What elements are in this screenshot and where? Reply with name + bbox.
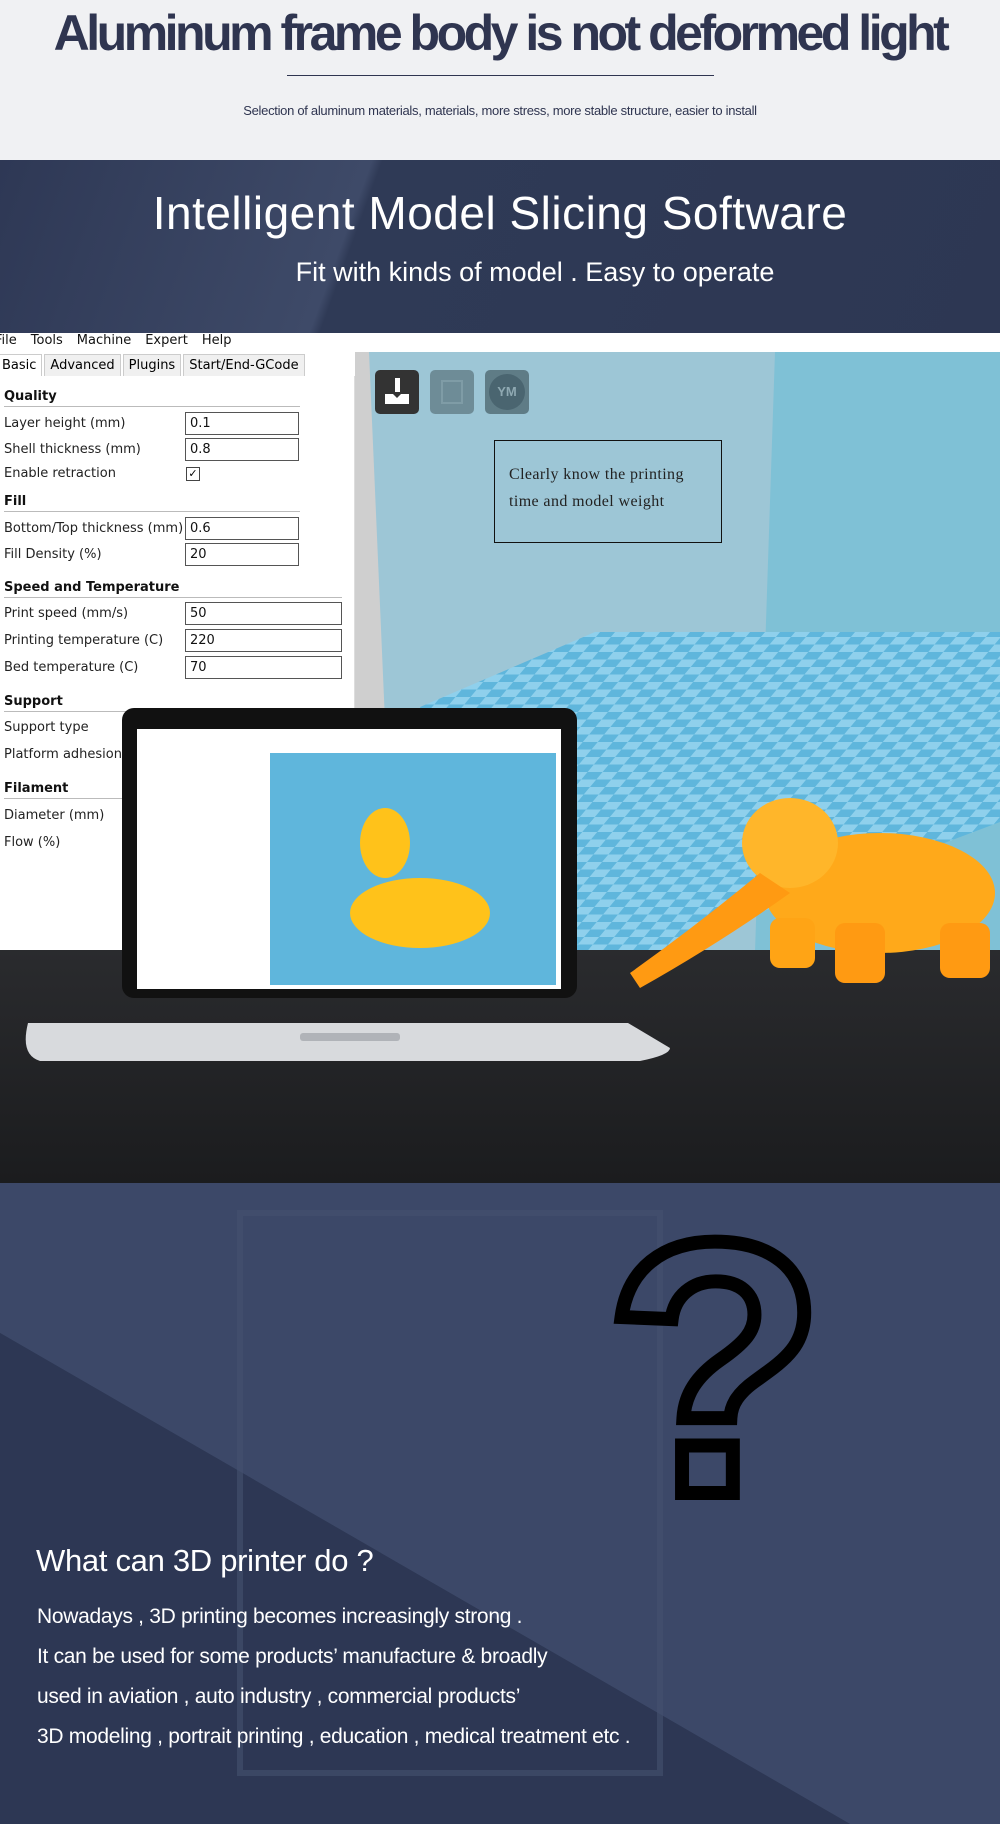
slicer-screenshot: File Tools Machine Expert Help Basic Adv…: [0, 333, 1000, 1183]
applications-line-3: used in aviation , auto industry , comme…: [37, 1685, 521, 1708]
applications-line-4: 3D modeling , portrait printing , educat…: [37, 1725, 631, 1748]
question-mark-icon: ?: [605, 1183, 825, 1570]
product-photo: [25, 708, 995, 1061]
applications-section: ? What can 3D printer do ? Nowadays , 3D…: [0, 1183, 1000, 1824]
laptop-image: [25, 708, 670, 1061]
header-section: Aluminum frame body is not deformed ligh…: [0, 0, 1000, 160]
banner-title: Intelligent Model Slicing Software: [152, 187, 848, 239]
applications-line-2: It can be used for some products’ manufa…: [37, 1645, 548, 1668]
applications-line-1: Nowadays , 3D printing becomes increasin…: [37, 1605, 523, 1628]
header-subtitle: Selection of aluminum materials, materia…: [243, 103, 757, 118]
divider: [287, 75, 714, 76]
elephant-model-image: [630, 798, 995, 988]
header-title: Aluminum frame body is not deformed ligh…: [53, 5, 950, 61]
banner-subtitle: Fit with kinds of model . Easy to operat…: [295, 257, 775, 287]
software-banner: Intelligent Model Slicing Software Fit w…: [0, 160, 1000, 333]
applications-title: What can 3D printer do ?: [36, 1543, 374, 1578]
